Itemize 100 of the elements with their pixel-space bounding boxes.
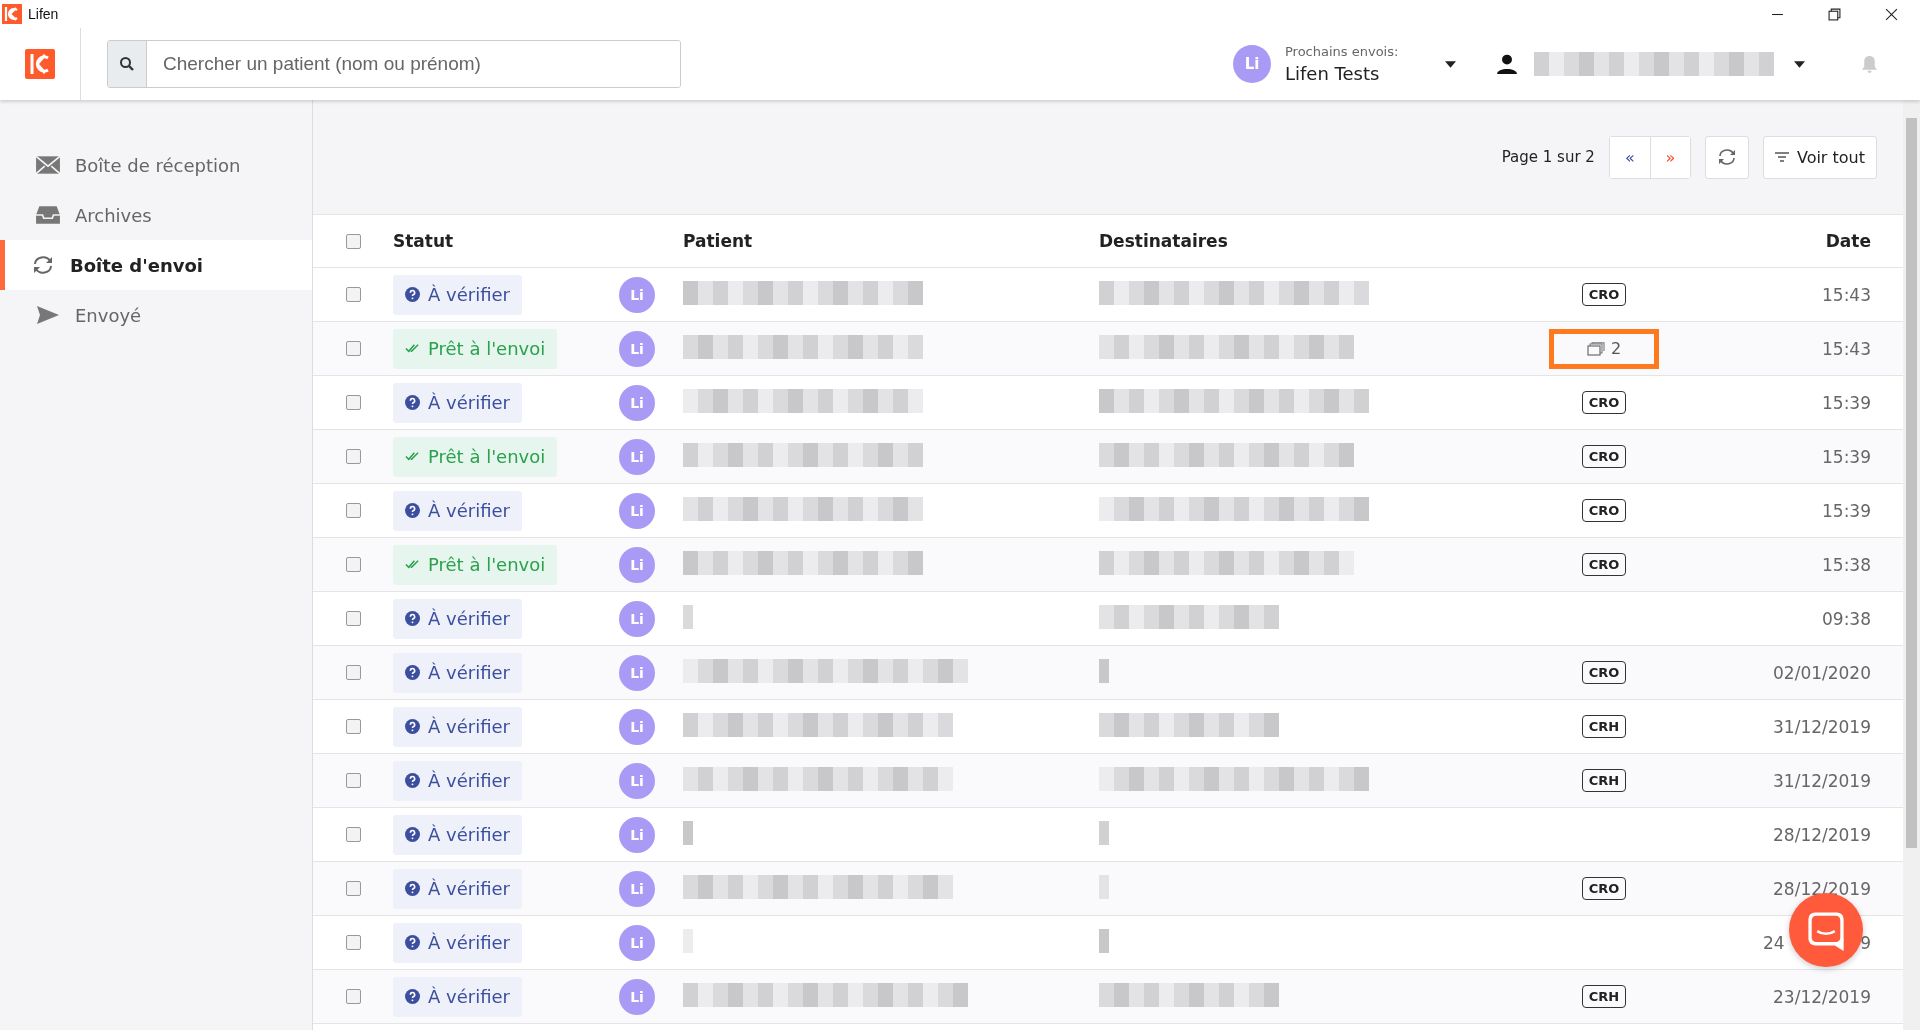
avatar: Li [619, 816, 655, 853]
row-checkbox[interactable] [345, 935, 361, 950]
document-count: 2 [1610, 339, 1622, 358]
column-header: Destinataires [1099, 231, 1228, 251]
row-checkbox[interactable] [345, 773, 361, 788]
sidebar-item[interactable]: Boîte de réception [0, 140, 312, 190]
next-sending-label: Prochains envois: [1285, 44, 1400, 59]
date-text: 15:39 [1822, 446, 1871, 467]
row-checkbox[interactable] [345, 287, 361, 302]
document-type-tag: CRO [1581, 283, 1627, 306]
window-title: Lifen [28, 6, 59, 22]
date-text: 15:39 [1822, 500, 1871, 521]
avatar: Li [619, 384, 655, 421]
caret-icon[interactable] [1445, 60, 1456, 68]
row-checkbox[interactable] [345, 719, 361, 734]
avatar: Li [619, 546, 655, 583]
document-type-tag: CRO [1581, 445, 1627, 468]
question-icon [405, 935, 420, 950]
document-type-tag: CRO [1581, 499, 1627, 522]
row-checkbox[interactable] [345, 611, 361, 626]
filter-button[interactable]: Voir tout [1762, 135, 1877, 179]
avatar: Li [619, 762, 655, 799]
next-page-button[interactable]: » [1649, 136, 1690, 178]
question-icon [405, 719, 420, 734]
status-badge: Prêt à l'envoi [393, 328, 558, 369]
row-checkbox[interactable] [345, 449, 361, 464]
status-badge: À vérifier [393, 922, 522, 963]
filter-icon [1774, 152, 1789, 162]
question-icon [405, 989, 420, 1004]
app-logo-icon[interactable] [25, 49, 55, 79]
date-text: 24 [1763, 932, 1785, 953]
avatar: Li [619, 438, 655, 475]
row-checkbox[interactable] [345, 395, 361, 410]
document-type-tag: CRO [1581, 553, 1627, 576]
scrollbar[interactable] [1903, 100, 1920, 1030]
row-checkbox[interactable] [345, 827, 361, 842]
date-text: 15:43 [1822, 284, 1871, 305]
page-info: Page 1 sur 2 [1501, 148, 1595, 166]
avatar: Li [619, 870, 655, 907]
sidebar-item[interactable]: Archives [0, 190, 312, 240]
row-checkbox[interactable] [345, 665, 361, 680]
tray-icon [35, 205, 61, 225]
question-icon [405, 773, 420, 788]
document-type-tag: CRH [1581, 769, 1627, 792]
redacted-text-drawing [1099, 928, 1109, 953]
question-icon [405, 395, 420, 410]
date-text: 02/01/2020 [1773, 662, 1871, 683]
date-text: 15:39 [1822, 392, 1871, 413]
document-type-tag: CRO [1581, 661, 1627, 684]
status-badge: À vérifier [393, 868, 522, 909]
status-badge: À vérifier [393, 598, 522, 639]
avatar: Li [1233, 45, 1271, 83]
redacted-text-drawing [1099, 658, 1109, 683]
question-icon [405, 287, 420, 302]
refresh-icon [1716, 147, 1737, 167]
user-icon [1496, 53, 1518, 75]
date-text: 31/12/2019 [1773, 770, 1871, 791]
row-checkbox[interactable] [345, 503, 361, 518]
question-icon [405, 503, 420, 518]
avatar: Li [619, 978, 655, 1015]
column-header: Statut [393, 231, 454, 251]
caret-icon[interactable] [1794, 60, 1805, 68]
date-text: 15:38 [1822, 554, 1871, 575]
close-icon[interactable] [1885, 7, 1898, 21]
redacted-text-drawing [1099, 820, 1109, 845]
column-header: Patient [683, 231, 753, 251]
sidebar-item[interactable]: Boîte d'envoi [0, 240, 312, 290]
date-text: 28/12/2019 [1773, 878, 1871, 899]
question-icon [405, 611, 420, 626]
avatar: Li [619, 924, 655, 961]
status-badge: À vérifier [393, 976, 522, 1017]
sidebar-item[interactable]: Envoyé [0, 290, 312, 340]
status-badge: À vérifier [393, 382, 522, 423]
status-badge: À vérifier [393, 490, 522, 531]
date-text: 09:38 [1822, 608, 1871, 629]
envelope-icon [35, 155, 61, 175]
redacted-text-drawing [683, 604, 693, 629]
status-badge: À vérifier [393, 706, 522, 747]
restore-icon[interactable] [1828, 7, 1841, 21]
search-field[interactable]: Chercher un patient (nom ou prénom) [107, 40, 681, 88]
avatar: Li [619, 600, 655, 637]
avatar: Li [619, 330, 655, 367]
row-checkbox[interactable] [345, 881, 361, 896]
bell-icon[interactable] [1861, 54, 1878, 74]
question-icon [405, 881, 420, 896]
date-text: 31/12/2019 [1773, 716, 1871, 737]
status-badge: À vérifier [393, 760, 522, 801]
row-checkbox[interactable] [345, 341, 361, 356]
status-badge: À vérifier [393, 274, 522, 315]
redacted-text-drawing [683, 820, 693, 845]
select-all-checkbox[interactable] [345, 233, 361, 249]
row-checkbox[interactable] [345, 557, 361, 572]
row-checkbox[interactable] [345, 989, 361, 1004]
column-header: Date [1825, 231, 1871, 251]
avatar: Li [619, 654, 655, 691]
refresh-button[interactable] [1704, 135, 1749, 179]
document-type-tag: CRH [1581, 985, 1627, 1008]
search-icon [119, 56, 135, 72]
question-icon [405, 827, 420, 842]
status-badge: Prêt à l'envoi [393, 436, 558, 477]
